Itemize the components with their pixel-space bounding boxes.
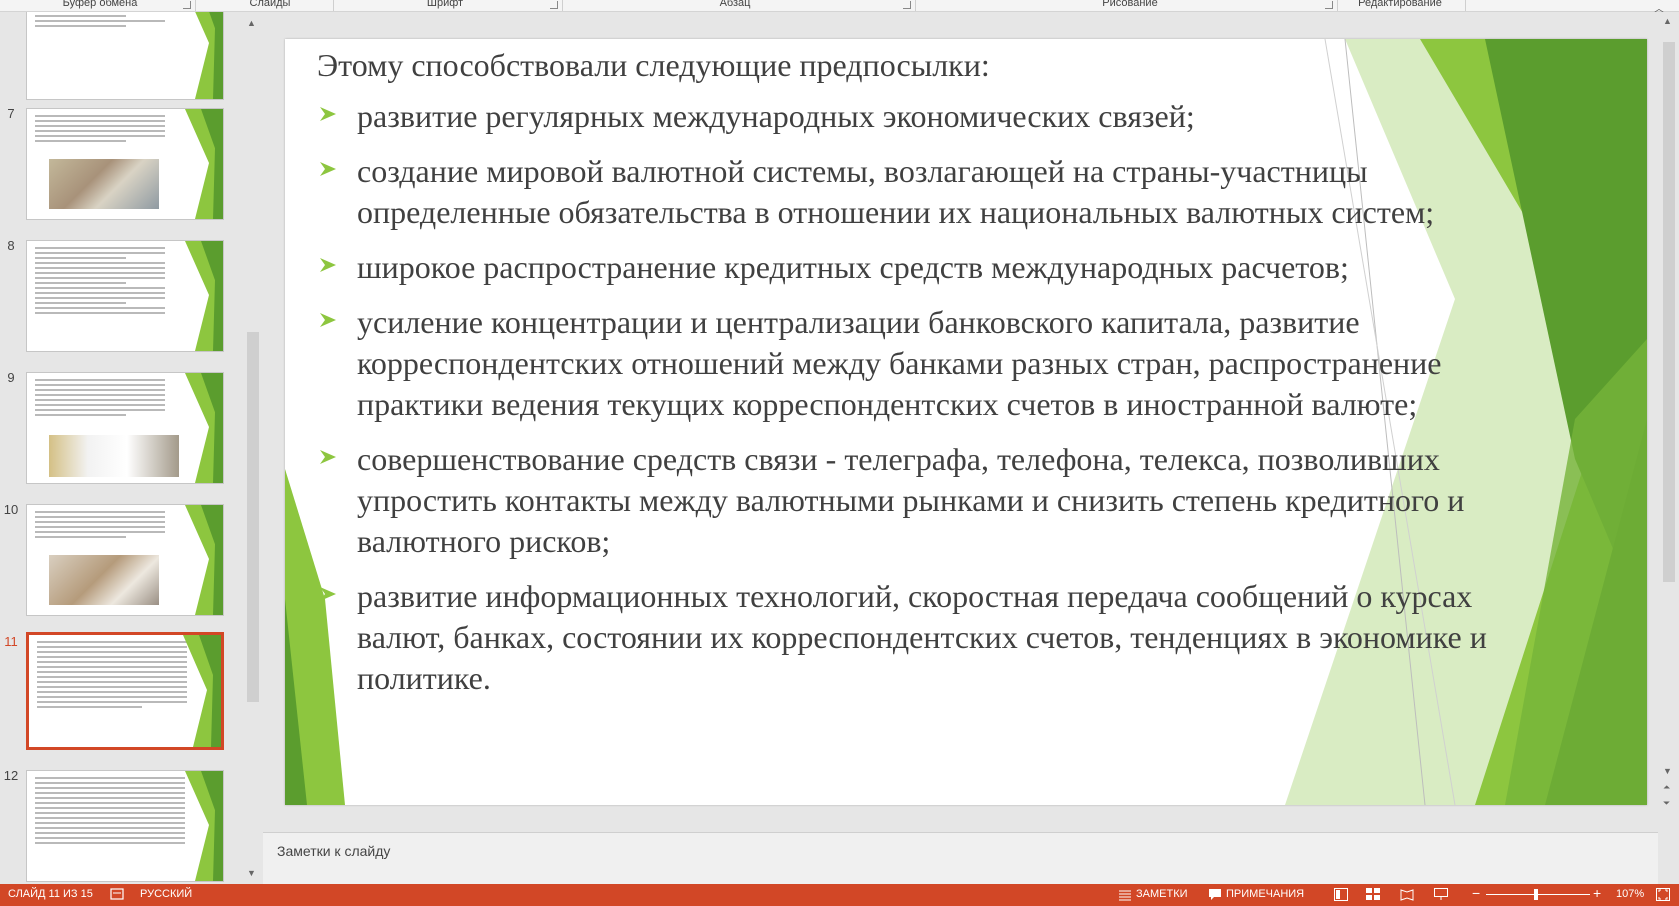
bullet-item: создание мировой валютной системы, возла… [317, 151, 1497, 233]
font-launcher-icon[interactable] [550, 1, 558, 9]
slide-thumbnail[interactable] [26, 372, 224, 484]
ribbon-group-paragraph: Абзац [719, 0, 751, 9]
thumbnail-number-active: 11 [4, 634, 18, 649]
language-indicator[interactable]: РУССКИЙ [140, 888, 192, 900]
thumbnail-scroll-thumb[interactable] [247, 332, 259, 702]
zoom-level[interactable]: 107% [1616, 888, 1644, 900]
scroll-down-icon[interactable]: ▼ [247, 868, 256, 878]
fit-slide-icon[interactable] [1656, 888, 1670, 901]
slide-thumbnail[interactable] [26, 12, 224, 100]
slide-thumbnail-active[interactable] [26, 632, 224, 750]
thumbnail-number: 9 [7, 370, 15, 385]
arrow-bullet-icon [320, 450, 336, 464]
comments-icon[interactable] [1208, 888, 1222, 901]
slide-counter: СЛАЙД 11 ИЗ 15 [8, 888, 93, 900]
bullet-item: усиление концентрации и централизации ба… [317, 302, 1497, 425]
bullet-text: развитие информационных технологий, скор… [357, 578, 1487, 696]
normal-view-icon[interactable] [1334, 888, 1348, 901]
slide-body-text[interactable]: Этому способствовали следующие предпосыл… [317, 45, 1497, 713]
bullet-item: широкое распространение кредитных средст… [317, 247, 1497, 288]
thumbnail-scrollbar[interactable]: ▲ ▼ [244, 12, 262, 882]
zoom-slider[interactable] [1486, 894, 1590, 895]
arrow-bullet-icon [320, 162, 336, 176]
reading-view-icon[interactable] [1400, 888, 1414, 901]
bullet-item: развитие регулярных международных эконом… [317, 96, 1497, 137]
ribbon-group-drawing: Рисование [1102, 0, 1158, 9]
bullet-text: создание мировой валютной системы, возла… [357, 153, 1435, 230]
bullet-text: развитие регулярных международных эконом… [357, 98, 1195, 134]
paragraph-launcher-icon[interactable] [903, 1, 911, 9]
arrow-bullet-icon [320, 107, 336, 121]
scroll-down-icon[interactable]: ▼ [1663, 766, 1672, 776]
notes-placeholder: Заметки к слайду [277, 843, 391, 859]
slideshow-icon[interactable] [1434, 888, 1448, 901]
thumbnail-number: 10 [3, 502, 19, 517]
ribbon-group-labels: Буфер обмена Слайды Шрифт Абзац Рисовани… [0, 0, 1679, 15]
previous-slide-icon[interactable]: ⏶ [1663, 782, 1670, 793]
current-slide[interactable]: Этому способствовали следующие предпосыл… [285, 39, 1647, 805]
scroll-up-icon[interactable]: ▲ [1663, 16, 1672, 26]
arrow-bullet-icon [320, 313, 336, 327]
slide-thumbnail[interactable] [26, 504, 224, 616]
bullet-text: широкое распространение кредитных средст… [357, 249, 1349, 285]
slide-thumbnail[interactable] [26, 240, 224, 352]
ribbon-group-editing: Редактирование [1358, 0, 1442, 9]
notes-icon[interactable] [1118, 888, 1132, 901]
editor-scroll-thumb[interactable] [1663, 42, 1675, 582]
bullet-text: совершенствование средств связи - телегр… [357, 441, 1465, 559]
status-bar: СЛАЙД 11 ИЗ 15 РУССКИЙ ЗАМЕТКИ ПРИМЕЧАНИ… [0, 884, 1679, 906]
scroll-up-icon[interactable]: ▲ [247, 18, 256, 28]
editor-scrollbar[interactable]: ▲ ▼ ⏶ ⏷ [1660, 12, 1678, 882]
notes-pane[interactable]: Заметки к слайду [263, 832, 1658, 884]
arrow-bullet-icon [320, 587, 336, 601]
clipboard-launcher-icon[interactable] [183, 1, 191, 9]
zoom-out-button[interactable]: − [1472, 885, 1480, 901]
notes-button[interactable]: ЗАМЕТКИ [1136, 888, 1188, 900]
ribbon-group-slides: Слайды [249, 0, 291, 9]
bullet-text: усиление концентрации и централизации ба… [357, 304, 1442, 422]
slide-thumbnail-pane: 7 8 9 10 11 12 [0, 12, 262, 882]
drawing-launcher-icon[interactable] [1325, 1, 1333, 9]
thumbnail-number: 8 [7, 238, 15, 253]
slide-thumbnail[interactable] [26, 108, 224, 220]
next-slide-icon[interactable]: ⏷ [1663, 798, 1670, 809]
slide-sorter-icon[interactable] [1366, 888, 1380, 901]
thumbnail-number: 7 [7, 106, 15, 121]
bullet-item: совершенствование средств связи - телегр… [317, 439, 1497, 562]
arrow-bullet-icon [320, 258, 336, 272]
thumbnail-number: 12 [3, 768, 19, 783]
slide-thumbnail[interactable] [26, 770, 224, 882]
powerpoint-window: Буфер обмена Слайды Шрифт Абзац Рисовани… [0, 0, 1679, 906]
ribbon-group-font: Шрифт [426, 0, 464, 9]
bullet-item: развитие информационных технологий, скор… [317, 576, 1497, 699]
comments-button[interactable]: ПРИМЕЧАНИЯ [1226, 888, 1304, 900]
zoom-in-button[interactable]: + [1593, 885, 1601, 901]
slide-intro-text: Этому способствовали следующие предпосыл… [317, 47, 990, 83]
ribbon-group-clipboard: Буфер обмена [62, 0, 138, 9]
zoom-slider-knob[interactable] [1534, 889, 1538, 900]
spellcheck-icon[interactable] [110, 888, 124, 901]
